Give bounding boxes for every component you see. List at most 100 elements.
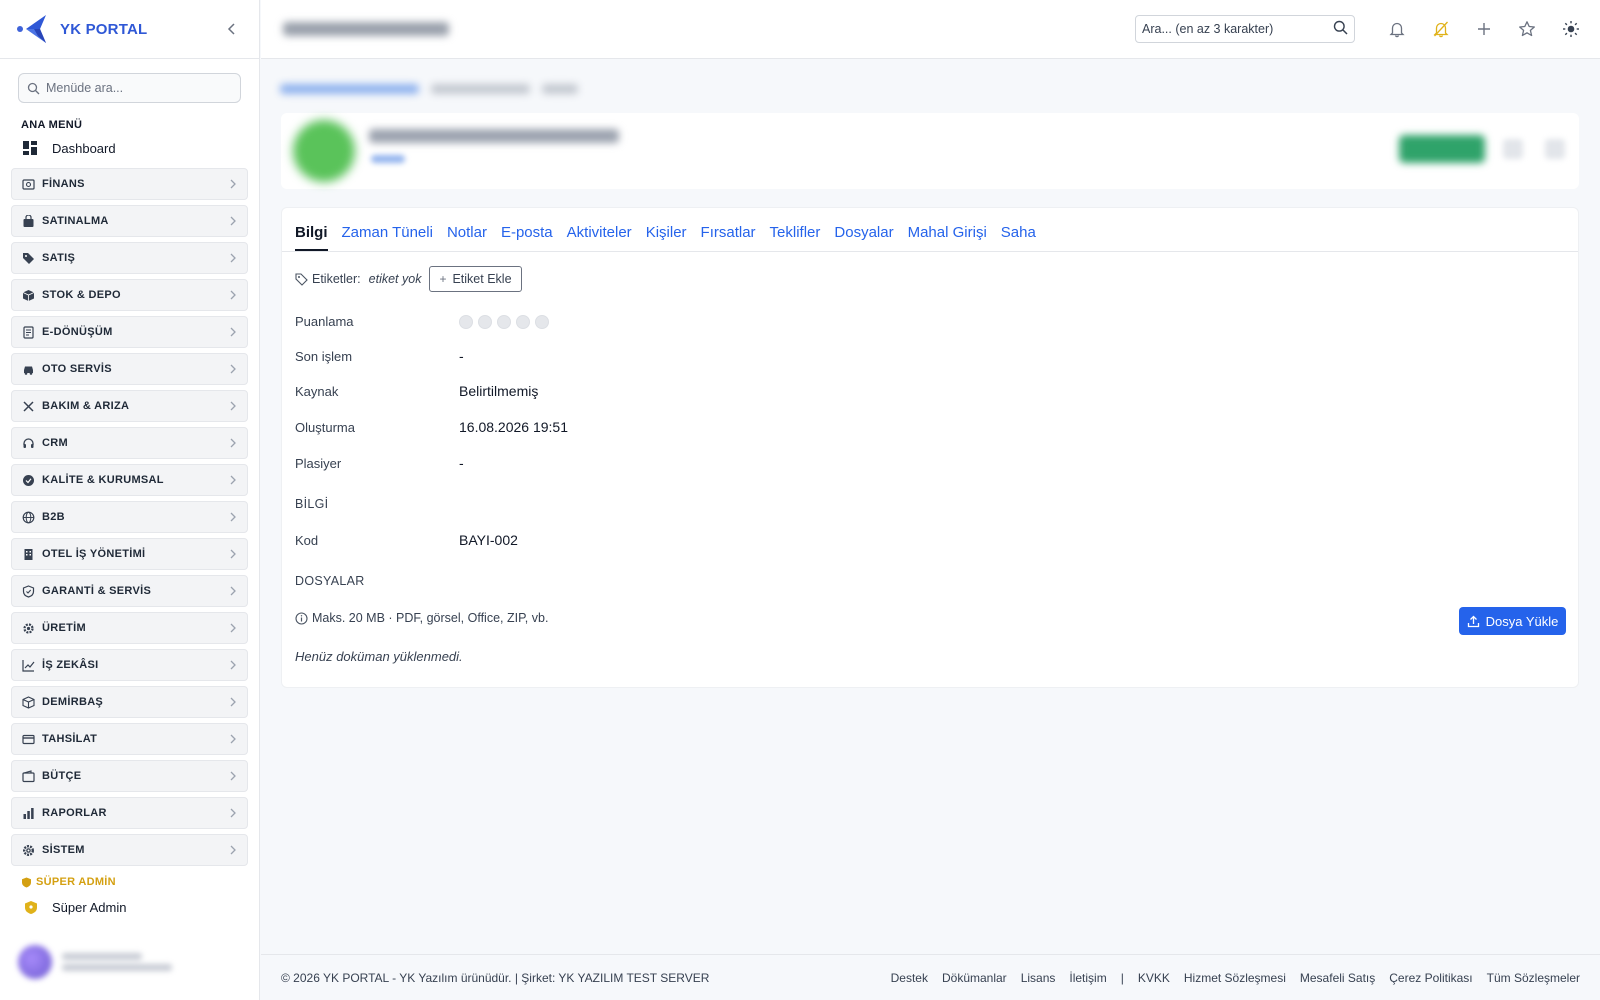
footer-link-cerez-politikasi[interactable]: Çerez Politikası	[1389, 971, 1472, 985]
record-avatar-redacted	[293, 120, 355, 182]
footer-link-destek[interactable]: Destek	[891, 971, 928, 985]
tab-bilgi[interactable]: Bilgi	[295, 224, 328, 251]
sidebar-item-super-admin[interactable]: Süper Admin	[24, 894, 259, 920]
rating-label: Puanlama	[295, 314, 354, 329]
box-icon	[21, 288, 35, 302]
tab-aktiviteler[interactable]: Aktiviteler	[567, 224, 632, 251]
sidebar-item-uretim[interactable]: ÜRETİM	[11, 612, 248, 644]
sidebar-item-bakim-ariza[interactable]: BAKIM & ARIZA	[11, 390, 248, 422]
sidebar-item-satinalma[interactable]: SATINALMA	[11, 205, 248, 237]
footer-link-tum-sozlesmeler[interactable]: Tüm Sözleşmeler	[1487, 971, 1580, 985]
sidebar-item-label: İŞ ZEKÂSI	[42, 659, 99, 671]
sidebar-item-tahsilat[interactable]: TAHSİLAT	[11, 723, 248, 755]
sidebar-item-label: OTO SERVİS	[42, 363, 112, 375]
created-value: 16.08.2026 19:51	[459, 419, 568, 435]
brand-bar: YK PORTAL	[0, 0, 259, 59]
tab-saha[interactable]: Saha	[1001, 224, 1036, 251]
sidebar-item-dashboard[interactable]: Dashboard	[22, 135, 259, 161]
rating-star-1[interactable]	[459, 314, 473, 329]
sidebar-item-label: SATINALMA	[42, 215, 109, 227]
star-icon[interactable]	[1515, 17, 1539, 41]
info-section-heading: BİLGİ	[295, 497, 329, 511]
plus-icon: +	[439, 272, 447, 286]
badge-check-icon	[21, 473, 35, 487]
tab-teklifler[interactable]: Teklifler	[770, 224, 821, 251]
sidebar: YK PORTAL ANA MENÜ Dashboard FİNANS SATI…	[0, 0, 260, 1000]
sidebar-item-stok-depo[interactable]: STOK & DEPO	[11, 279, 248, 311]
footer-link-iletisim[interactable]: İletişim	[1069, 971, 1106, 985]
footer-link-lisans[interactable]: Lisans	[1021, 971, 1056, 985]
detail-card: Bilgi Zaman Tüneli Notlar E-posta Aktivi…	[281, 207, 1579, 688]
sidebar-item-raporlar[interactable]: RAPORLAR	[11, 797, 248, 829]
cog-icon	[21, 843, 35, 857]
tab-notlar[interactable]: Notlar	[447, 224, 487, 251]
more-icon-redacted[interactable]	[1545, 139, 1565, 159]
dashboard-icon	[23, 141, 37, 155]
sidebar-item-e-donusum[interactable]: E-DÖNÜŞÜM	[11, 316, 248, 348]
tags-label: Etiketler:	[312, 272, 361, 286]
rating-stars[interactable]	[459, 314, 554, 329]
sidebar-item-garanti-servis[interactable]: GARANTİ & SERVİS	[11, 575, 248, 607]
plus-icon[interactable]	[1472, 17, 1496, 41]
sidebar-item-crm[interactable]: CRM	[11, 427, 248, 459]
record-title-redacted	[369, 129, 619, 143]
rating-star-4[interactable]	[516, 314, 530, 329]
code-label: Kod	[295, 532, 319, 548]
collapse-sidebar-button[interactable]	[221, 18, 243, 40]
salesperson-label: Plasiyer	[295, 455, 342, 471]
chevron-right-icon	[228, 177, 238, 192]
notification-bell-icon[interactable]	[1385, 17, 1409, 41]
rating-star-2[interactable]	[478, 314, 492, 329]
topbar	[261, 0, 1600, 59]
chevron-right-icon	[228, 214, 238, 229]
footer-link-hizmet-sozlesmesi[interactable]: Hizmet Sözleşmesi	[1184, 971, 1286, 985]
global-search[interactable]	[1135, 15, 1355, 43]
sidebar-item-satis[interactable]: SATIŞ	[11, 242, 248, 274]
tab-zaman-tuneli[interactable]: Zaman Tüneli	[342, 224, 433, 251]
footer-link-dokumanlar[interactable]: Dökümanlar	[942, 971, 1007, 985]
search-icon[interactable]	[1333, 20, 1348, 38]
tab-kisiler[interactable]: Kişiler	[646, 224, 687, 251]
module-menu: FİNANS SATINALMA SATIŞ STOK & DEPO E-DÖN…	[0, 168, 259, 866]
user-profile[interactable]	[18, 942, 246, 982]
chevron-right-icon	[228, 510, 238, 525]
sidebar-item-label: E-DÖNÜŞÜM	[42, 326, 113, 338]
sun-theme-icon[interactable]	[1559, 17, 1583, 41]
menu-search[interactable]	[18, 73, 241, 103]
rating-star-3[interactable]	[497, 314, 511, 329]
chevron-right-icon	[228, 843, 238, 858]
footer-link-mesafeli-satis[interactable]: Mesafeli Satış	[1300, 971, 1375, 985]
sidebar-item-kalite-kurumsal[interactable]: KALİTE & KURUMSAL	[11, 464, 248, 496]
sidebar-item-demirbas[interactable]: DEMİRBAŞ	[11, 686, 248, 718]
edit-icon-redacted[interactable]	[1503, 139, 1523, 159]
tab-dosyalar[interactable]: Dosyalar	[834, 224, 893, 251]
files-limit-text: Maks. 20 MB · PDF, görsel, Office, ZIP, …	[312, 611, 549, 625]
menu-search-input[interactable]	[46, 81, 226, 95]
sidebar-item-is-zekasi[interactable]: İŞ ZEKÂSI	[11, 649, 248, 681]
rating-field: Puanlama	[295, 314, 554, 329]
bell-off-icon[interactable]	[1429, 17, 1453, 41]
sidebar-item-butce[interactable]: BÜTÇE	[11, 760, 248, 792]
chevron-right-icon	[228, 658, 238, 673]
sidebar-item-oto-servis[interactable]: OTO SERVİS	[11, 353, 248, 385]
upload-file-button[interactable]: Dosya Yükle	[1459, 607, 1566, 635]
brand-logo[interactable]	[16, 12, 50, 46]
last-action-label: Son işlem	[295, 348, 353, 364]
tab-e-posta[interactable]: E-posta	[501, 224, 553, 251]
sidebar-item-otel[interactable]: OTEL İŞ YÖNETİMİ	[11, 538, 248, 570]
global-search-input[interactable]	[1142, 22, 1322, 36]
sidebar-item-sistem[interactable]: SİSTEM	[11, 834, 248, 866]
add-tag-button[interactable]: + Etiket Ekle	[429, 266, 522, 292]
sidebar-item-finans[interactable]: FİNANS	[11, 168, 248, 200]
rating-star-5[interactable]	[535, 314, 549, 329]
sidebar-item-label: KALİTE & KURUMSAL	[42, 474, 164, 486]
footer-link-kvkk[interactable]: KVKK	[1138, 971, 1170, 985]
tab-firsatlar[interactable]: Fırsatlar	[701, 224, 756, 251]
tab-mahal-girisi[interactable]: Mahal Girişi	[908, 224, 987, 251]
primary-action-button-redacted[interactable]	[1399, 135, 1485, 163]
chevron-right-icon	[228, 362, 238, 377]
headset-icon	[21, 436, 35, 450]
chevron-right-icon	[228, 436, 238, 451]
chevron-right-icon	[228, 473, 238, 488]
sidebar-item-b2b[interactable]: B2B	[11, 501, 248, 533]
